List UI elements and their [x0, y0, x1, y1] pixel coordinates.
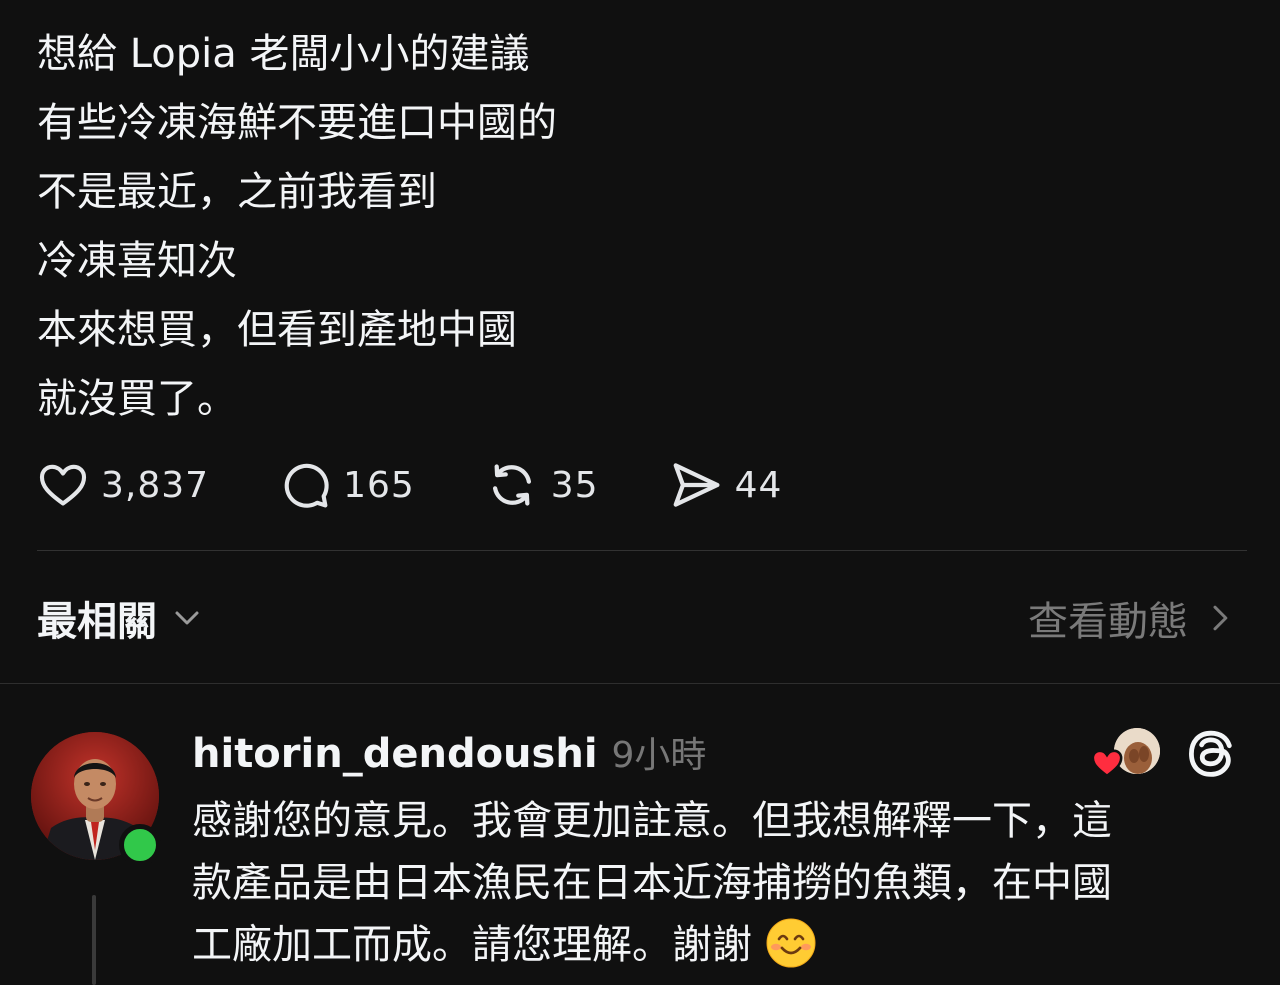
post-line: 本來想買，但看到產地中國 [37, 307, 517, 353]
share-count: 44 [734, 464, 783, 506]
comment-button[interactable]: 165 [279, 459, 415, 511]
repost-icon [492, 464, 531, 506]
reply-line: 款產品是由日本漁民在日本近海捕撈的魚類，在中國 [192, 860, 1112, 906]
username[interactable]: hitorin_dendoushi [192, 731, 598, 777]
like-count: 3,837 [101, 464, 210, 506]
post-line: 想給 Lopia 老闆小小的建議 [37, 31, 530, 77]
share-button[interactable]: 44 [669, 458, 783, 512]
like-button[interactable]: 3,837 [37, 459, 209, 511]
comment-icon [284, 463, 329, 508]
timestamp: 9小時 [611, 735, 707, 776]
view-activity-link[interactable]: 查看動態 [1028, 589, 1240, 647]
post-body: 想給 Lopia 老闆小小的建議 有些冷凍海鮮不要進口中國的 不是最近，之前我看… [37, 20, 1237, 434]
reply-item: hitorin_dendoushi 9小時 感謝您的意見。我會更加註意。但我想解… [0, 700, 1280, 985]
post-line: 就沒買了。 [37, 376, 237, 422]
threads-logo-icon[interactable] [1186, 726, 1236, 782]
divider [0, 683, 1280, 684]
sort-label: 最相關 [37, 599, 157, 645]
repost-button[interactable]: 35 [485, 458, 599, 512]
send-icon [673, 463, 720, 507]
smiling-face-icon [766, 918, 816, 968]
liked-by-author-badge [1090, 728, 1162, 780]
post-line: 冷凍喜知次 [37, 238, 237, 284]
heart-icon [39, 464, 87, 506]
reply-line-text: 工廠加工而成。請您理解。謝謝 [192, 922, 752, 968]
view-activity-label: 查看動態 [1028, 599, 1188, 645]
post-line: 不是最近，之前我看到 [37, 169, 437, 215]
post-line: 有些冷凍海鮮不要進口中國的 [37, 100, 557, 146]
reply-text: 感謝您的意見。我會更加註意。但我想解釋一下，這 款產品是由日本漁民在日本近海捕撈… [192, 790, 1232, 976]
heart-icon [1091, 749, 1123, 778]
reply-header: hitorin_dendoushi 9小時 [192, 726, 706, 782]
chevron-right-icon [1213, 605, 1228, 631]
comment-count: 165 [343, 464, 415, 506]
thread-line [92, 895, 96, 985]
repost-count: 35 [550, 464, 599, 506]
reply-line-last: 工廠加工而成。請您理解。謝謝 [192, 914, 1232, 976]
divider [37, 550, 1247, 551]
sort-dropdown[interactable]: 最相關 [37, 589, 207, 647]
reply-line: 感謝您的意見。我會更加註意。但我想解釋一下，這 [192, 798, 1112, 844]
online-status-dot [119, 824, 161, 866]
replies-sort-row: 最相關 查看動態 [37, 588, 1240, 648]
chevron-down-icon [175, 611, 199, 625]
post-action-bar: 3,837 165 35 44 [37, 455, 782, 515]
